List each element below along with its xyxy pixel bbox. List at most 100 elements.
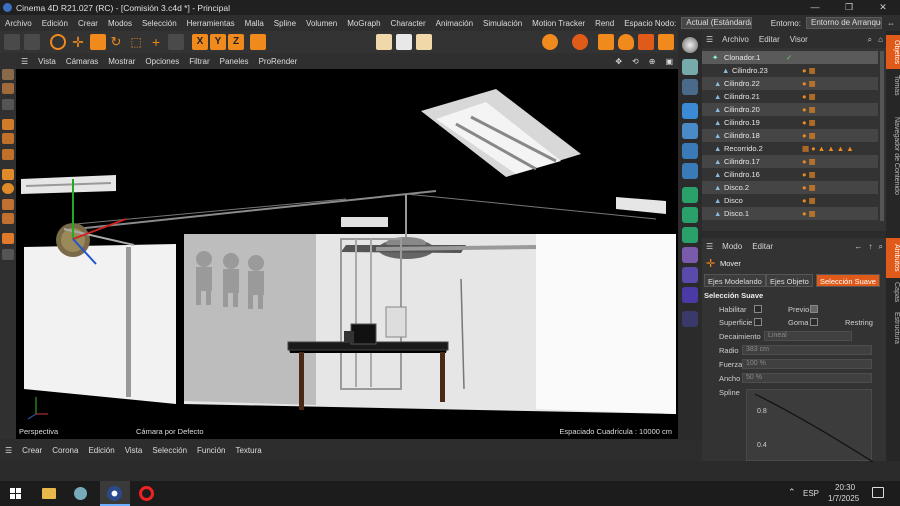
last-tool-icon[interactable] xyxy=(168,34,184,50)
objects-menu-visor[interactable]: Visor xyxy=(785,35,813,44)
viewport-menu-filtrar[interactable]: Filtrar xyxy=(184,57,214,66)
viewport-zoom-icon[interactable]: ⊕ xyxy=(644,57,661,66)
object-row-disco1[interactable]: ▲ Disco.1 ● ▦ xyxy=(702,207,878,220)
menu-spline[interactable]: Spline xyxy=(269,19,301,28)
viewport-menu-camaras[interactable]: Cámaras xyxy=(61,57,103,66)
material-menu-funcion[interactable]: Función xyxy=(192,446,230,455)
habilitar-checkbox[interactable] xyxy=(754,305,762,313)
snap-icon[interactable] xyxy=(2,213,14,224)
search-attributes-icon[interactable]: ⌕ xyxy=(876,242,886,252)
hierarchy-icon[interactable] xyxy=(682,79,698,95)
object-row-cilindro22[interactable]: ▲ Cilindro.22 ● ▦ xyxy=(702,77,878,90)
x-axis-lock[interactable]: X xyxy=(192,34,208,50)
axis-mode-icon[interactable] xyxy=(2,183,14,194)
attributes-menu-editar[interactable]: Editar xyxy=(747,242,778,251)
render-queue-icon[interactable] xyxy=(416,34,432,50)
superficie-checkbox[interactable] xyxy=(754,318,762,326)
clock-time[interactable]: 20:30 xyxy=(835,483,855,492)
tab-seleccion-suave[interactable]: Selección Suave xyxy=(816,274,880,287)
material-menu-crear[interactable]: Crear xyxy=(17,446,47,455)
menu-edicion[interactable]: Edición xyxy=(37,19,73,28)
grid-icon[interactable] xyxy=(682,123,698,139)
menu-mograph[interactable]: MoGraph xyxy=(342,19,385,28)
material-menu-icon[interactable]: ☰ xyxy=(0,446,17,455)
make-editable-icon[interactable] xyxy=(2,69,14,80)
object-row-cilindro18[interactable]: ▲ Cilindro.18 ● ▦ xyxy=(702,129,878,142)
material-menu-vista[interactable]: Vista xyxy=(120,446,148,455)
coordinate-system-icon[interactable] xyxy=(250,34,266,50)
menu-malla[interactable]: Malla xyxy=(240,19,269,28)
sculpt-icon[interactable] xyxy=(2,249,14,260)
object-row-cilindro20[interactable]: ▲ Cilindro.20 ● ▦ xyxy=(702,103,878,116)
language-indicator[interactable]: ESP xyxy=(803,489,819,498)
menu-simulacion[interactable]: Simulación xyxy=(478,19,527,28)
menu-archivo[interactable]: Archivo xyxy=(0,19,37,28)
sphere-icon[interactable] xyxy=(682,37,698,53)
side-tab-navegador[interactable]: Navegador de Contenido xyxy=(886,101,900,211)
menu-volumen[interactable]: Volumen xyxy=(301,19,342,28)
camera-icon[interactable] xyxy=(598,34,614,50)
subdivision-icon[interactable] xyxy=(572,34,588,50)
side-tab-atributos[interactable]: Atributos xyxy=(886,238,900,278)
rotate-tool-icon[interactable]: ↻ xyxy=(108,34,124,50)
object-row-recorrido2[interactable]: ▲ Recorrido.2 ▦ ● ▲ ▲ ▲ ▲ xyxy=(702,142,878,155)
ancho-input[interactable]: 50 % xyxy=(742,373,872,383)
home-icon[interactable]: ⌂ xyxy=(875,35,886,44)
opera-browser-icon[interactable] xyxy=(139,486,154,501)
points-mode-icon[interactable] xyxy=(2,133,14,144)
pen-icon[interactable] xyxy=(682,163,698,179)
polygons-mode-icon[interactable] xyxy=(2,169,14,180)
texture-mode-icon[interactable] xyxy=(2,83,14,94)
attributes-menu-modo[interactable]: Modo xyxy=(717,242,747,251)
object-row-clonador[interactable]: ✦ Clonador.1 ✓ xyxy=(702,51,878,64)
viewport-menu-icon[interactable]: ☰ xyxy=(16,57,33,66)
tray-chevron-icon[interactable]: ⌃ xyxy=(788,487,796,498)
objects-scrollbar[interactable] xyxy=(880,51,884,221)
effector-icon[interactable] xyxy=(682,247,698,263)
paint-app-icon[interactable] xyxy=(74,487,87,500)
menu-crear[interactable]: Crear xyxy=(73,19,103,28)
search-icon[interactable]: ⌕ xyxy=(865,35,875,45)
previo-checkbox[interactable] xyxy=(810,305,818,313)
redo-icon[interactable] xyxy=(24,34,40,50)
windows-start-icon[interactable] xyxy=(10,488,21,499)
node-space-select[interactable]: Actual (Estándard/Físico) xyxy=(681,17,752,29)
minimize-button[interactable]: — xyxy=(798,0,832,15)
object-row-disco2[interactable]: ▲ Disco.2 ● ▦ xyxy=(702,181,878,194)
mograph-icon[interactable] xyxy=(682,187,698,203)
close-button[interactable]: ✕ xyxy=(866,0,900,15)
tweak-mode-icon[interactable] xyxy=(2,199,14,210)
light-bulb-icon[interactable] xyxy=(682,59,698,75)
object-row-cilindro23[interactable]: ▲ Cilindro.23 ● ▦ xyxy=(702,64,878,77)
sky-icon[interactable] xyxy=(658,34,674,50)
up-arrow-icon[interactable]: ↑ xyxy=(866,242,876,251)
field-icon[interactable] xyxy=(682,287,698,303)
y-axis-lock[interactable]: Y xyxy=(210,34,226,50)
side-tab-estructura[interactable]: Estructura xyxy=(886,306,900,350)
move-tool-icon[interactable]: ✛ xyxy=(70,34,86,50)
menu-collapse-icon[interactable]: ⇔ xyxy=(882,19,900,28)
goma-checkbox[interactable] xyxy=(810,318,818,326)
figure-icon[interactable] xyxy=(682,143,698,159)
decaimiento-select[interactable]: Lineal xyxy=(764,331,852,341)
menu-modos[interactable]: Modos xyxy=(103,19,137,28)
brush-icon[interactable] xyxy=(2,233,14,244)
viewport-layout-icon[interactable]: ▣ xyxy=(660,57,678,66)
viewport-menu-opciones[interactable]: Opciones xyxy=(140,57,184,66)
volume-icon[interactable] xyxy=(682,267,698,283)
object-row-disco[interactable]: ▲ Disco ● ▦ xyxy=(702,194,878,207)
z-axis-lock[interactable]: Z xyxy=(228,34,244,50)
environment-select[interactable]: Entorno de Arranque (Usuario) xyxy=(805,17,882,29)
deformer-icon[interactable] xyxy=(682,227,698,243)
menu-animacion[interactable]: Animación xyxy=(431,19,478,28)
transform-tool-icon[interactable]: ⬚ xyxy=(128,34,144,50)
viewport-move-icon[interactable]: ✥ xyxy=(610,57,627,66)
object-row-cilindro21[interactable]: ▲ Cilindro.21 ● ▦ xyxy=(702,90,878,103)
light-icon[interactable] xyxy=(618,34,634,50)
tab-ejes-modelando[interactable]: Ejes Modelando xyxy=(704,274,766,287)
cube-icon[interactable] xyxy=(682,103,698,119)
undo-icon[interactable] xyxy=(4,34,20,50)
scale-tool-icon[interactable] xyxy=(90,34,106,50)
workplane-icon[interactable] xyxy=(2,99,14,110)
add-tool-icon[interactable]: + xyxy=(148,34,164,50)
